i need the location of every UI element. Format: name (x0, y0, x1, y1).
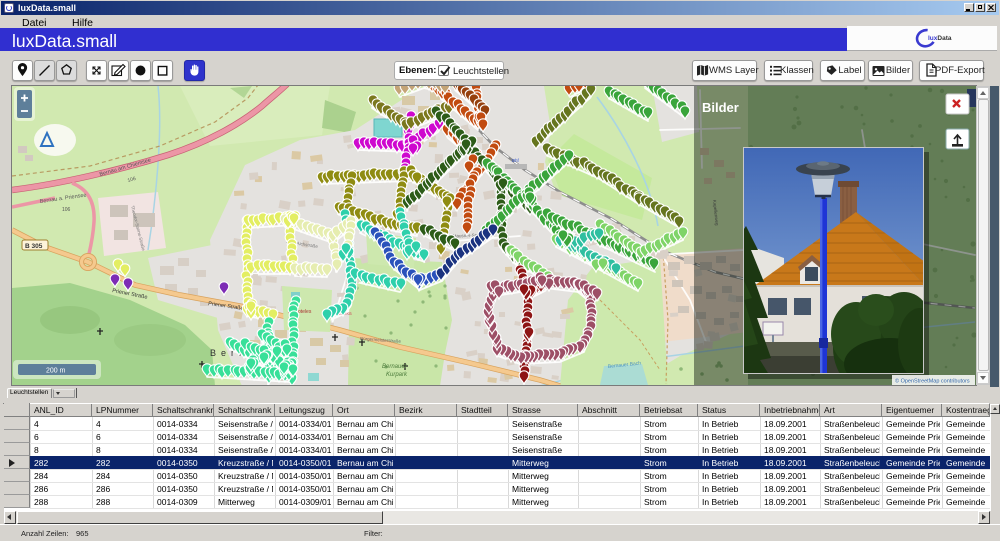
svg-text:Bernauer: Bernauer (382, 364, 408, 370)
svg-text:luxData: luxData (928, 35, 952, 42)
svg-text:Kurpark: Kurpark (386, 372, 408, 378)
svg-text:© OpenStreetMap contributors: © OpenStreetMap contributors (895, 378, 970, 385)
svg-text:Bhf: Bhf (512, 158, 520, 163)
svg-text:B 305: B 305 (25, 243, 43, 250)
svg-text:200 m: 200 m (46, 368, 66, 375)
svg-text:Bilder: Bilder (702, 100, 739, 115)
svg-text:106: 106 (62, 207, 71, 213)
